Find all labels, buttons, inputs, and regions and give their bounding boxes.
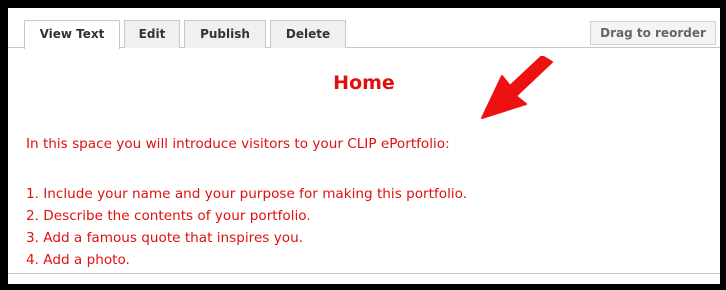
arrow-shape: [481, 56, 553, 119]
step-item: 1. Include your name and your purpose fo…: [26, 186, 468, 202]
portfolio-page-panel: View Text Edit Publish Delete Drag to re…: [8, 8, 720, 284]
page-title: Home: [333, 72, 395, 94]
drag-to-reorder-handle[interactable]: Drag to reorder: [590, 21, 716, 45]
step-item: 2. Describe the contents of your portfol…: [26, 208, 311, 224]
step-item: 3. Add a famous quote that inspires you.: [26, 230, 304, 246]
tab-edit[interactable]: Edit: [124, 20, 180, 48]
arrow-icon: [481, 56, 553, 119]
tab-publish[interactable]: Publish: [184, 20, 266, 48]
tab-view-text[interactable]: View Text: [24, 20, 120, 49]
tab-bar: View Text Edit Publish Delete Drag to re…: [8, 8, 720, 49]
intro-text: In this space you will introduce visitor…: [26, 136, 450, 152]
screenshot-frame: View Text Edit Publish Delete Drag to re…: [0, 0, 726, 290]
page-content: Home In this space you will introduce vi…: [8, 48, 720, 284]
tab-delete[interactable]: Delete: [270, 20, 346, 48]
divider: [8, 273, 720, 274]
step-item: 4. Add a photo.: [26, 252, 130, 268]
